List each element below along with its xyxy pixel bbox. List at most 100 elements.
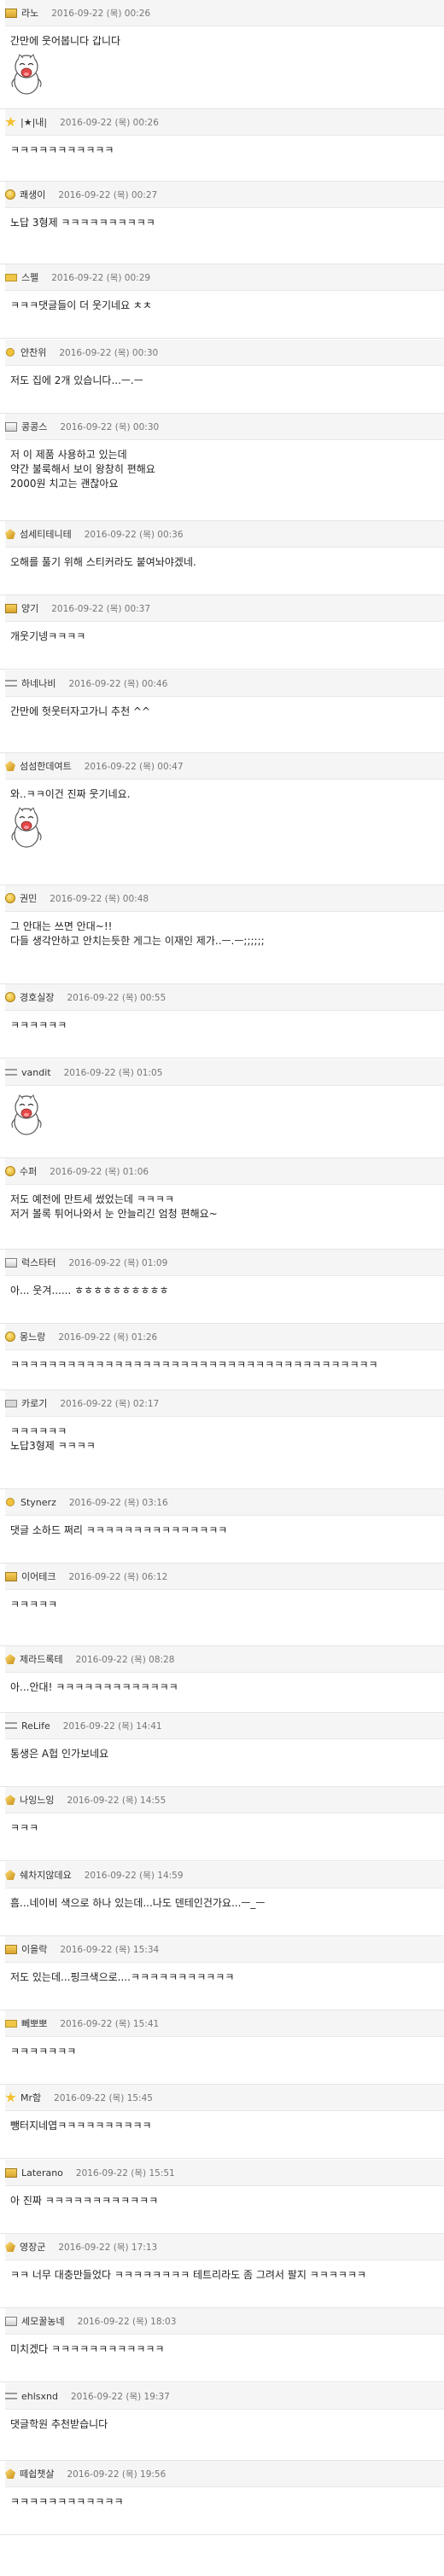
comment-text: ㅋㅋㅋㅋㅋㅋㅋㅋㅋㅋㅋㅋ [10, 2496, 124, 2508]
comment-author[interactable]: 제라드록테 [20, 1652, 63, 1666]
comment-author[interactable]: |★|내| [20, 115, 47, 129]
comment-item: 떼쉽챗살 2016-09-22 (목) 19:56 ㅋㅋㅋㅋㅋㅋㅋㅋㅋㅋㅋㅋ [0, 2461, 444, 2535]
comment-date: 2016-09-22 (목) 18:03 [77, 2316, 177, 2327]
line-icon [5, 2393, 17, 2399]
line-icon [5, 1069, 17, 1076]
coin-icon [5, 1166, 15, 1176]
comment-author[interactable]: 수퍼 [20, 1164, 37, 1178]
comment-header: 쉐차지않데요 2016-09-22 (목) 14:59 [5, 1862, 444, 1888]
comment-item: 수퍼 2016-09-22 (목) 01:06 저도 예전에 만트세 썼었는데 ㅋㅋ… [0, 1158, 444, 1250]
comment-date: 2016-09-22 (목) 17:13 [58, 2242, 158, 2253]
comment-text: ㅋㅋㅋㅋㅋ [10, 1598, 58, 1610]
comment-author[interactable]: 하네나비 [21, 676, 56, 690]
comment-date: 2016-09-22 (목) 00:27 [58, 189, 158, 200]
comment-author[interactable]: 쾌생이 [20, 188, 45, 201]
comment-header: 콩콩스 2016-09-22 (목) 00:30 [5, 414, 444, 440]
comment-header: 수퍼 2016-09-22 (목) 01:06 [5, 1158, 444, 1185]
comment-author[interactable]: 섬섬한데여트 [20, 759, 72, 773]
comment-item: ReLife 2016-09-22 (목) 14:41 통생은 A헙 인가보네요 [0, 1713, 444, 1787]
comment-author[interactable]: 양기 [21, 601, 38, 615]
comment-header: 하네나비 2016-09-22 (목) 00:46 [5, 670, 444, 697]
comment-author[interactable]: 경호실장 [20, 990, 54, 1004]
comment-item: Mr함 2016-09-22 (목) 15:45 뺑터지네엽ㅋㅋㅋㅋㅋㅋㅋㅋㅋㅋ [0, 2085, 444, 2159]
comment-header: ehlsxnd 2016-09-22 (목) 19:37 [5, 2383, 444, 2410]
comment-item: 쾌생이 2016-09-22 (목) 00:27 노답 3형제 ㅋㅋㅋㅋㅋㅋㅋㅋㅋㅋ [0, 182, 444, 264]
comment-header: Mr함 2016-09-22 (목) 15:45 [5, 2085, 444, 2111]
star-icon [5, 2092, 16, 2103]
comment-author[interactable]: 뻬뽀뽀 [21, 2016, 47, 2030]
comment-header: |★|내| 2016-09-22 (목) 00:26 [5, 109, 444, 136]
comment-author[interactable]: 몽느랑 [20, 1330, 45, 1343]
comment-text: 아...안대! ㅋㅋㅋㅋㅋㅋㅋㅋㅋㅋㅋㅋㅋ [10, 1681, 178, 1693]
comment-author[interactable]: 이을락 [21, 1942, 47, 1956]
comment-text: 와..ㅋㅋ이건 진짜 웃기네요. [10, 788, 131, 800]
coin-icon [5, 189, 15, 200]
comment-author[interactable]: 라노 [21, 6, 38, 20]
coin-icon [5, 1332, 15, 1342]
comment-author[interactable]: 떼쉽챗살 [20, 2467, 54, 2480]
comment-item: Laterano 2016-09-22 (목) 15:51 아 진짜 ㅋㅋㅋㅋㅋㅋㅋ… [0, 2160, 444, 2234]
comment-header: 경호실장 2016-09-22 (목) 00:55 [5, 984, 444, 1011]
comment-item: 제라드록테 2016-09-22 (목) 08:28 아...안대! ㅋㅋㅋㅋㅋㅋㅋ… [0, 1646, 444, 1713]
comment-header: 얀찬위 2016-09-22 (목) 00:30 [5, 339, 444, 366]
comment-author[interactable]: 영장군 [20, 2240, 45, 2254]
comment-date: 2016-09-22 (목) 15:34 [60, 1944, 160, 1955]
comment-item: 경호실장 2016-09-22 (목) 00:55 ㅋㅋㅋㅋㅋㅋ [0, 984, 444, 1059]
bar-icon [5, 2019, 17, 2028]
comment-author[interactable]: 카로기 [21, 1396, 47, 1410]
comment-author[interactable]: 콩콩스 [21, 420, 47, 433]
comment-header: 제라드록테 2016-09-22 (목) 08:28 [5, 1646, 444, 1673]
box-icon [5, 421, 17, 432]
comment-item: 럭스타터 2016-09-22 (목) 01:09 아... 웃겨...... ㅎㅎ… [0, 1250, 444, 1324]
comment-text: 통생은 A헙 인가보네요 [10, 1748, 109, 1760]
comment-item: 이어테크 2016-09-22 (목) 06:12 ㅋㅋㅋㅋㅋ [0, 1564, 444, 1646]
comment-author[interactable]: 이어테크 [21, 1569, 56, 1583]
comment-item: 이을락 2016-09-22 (목) 15:34 저도 있는데...핑크색으로...… [0, 1936, 444, 2010]
comment-date: 2016-09-22 (목) 15:41 [60, 2018, 160, 2029]
comment-text: 저도 집에 2개 있습니다...ㅡ.ㅡ [10, 374, 143, 386]
comment-item: 세모꿀농네 2016-09-22 (목) 18:03 미치겠다 ㅋㅋㅋㅋㅋㅋㅋㅋㅋㅋ… [0, 2308, 444, 2382]
comment-item: |★|내| 2016-09-22 (목) 00:26 ㅋㅋㅋㅋㅋㅋㅋㅋㅋㅋㅋ [0, 109, 444, 182]
comment-header: 몽느랑 2016-09-22 (목) 01:26 [5, 1324, 444, 1350]
dot-icon [6, 348, 15, 357]
comment-author[interactable]: 섬세티테니테 [20, 527, 72, 541]
comment-text: 뺑터지네엽ㅋㅋㅋㅋㅋㅋㅋㅋㅋㅋ [10, 2120, 152, 2132]
comment-item: 섬세티테니테 2016-09-22 (목) 00:36 오해를 풀기 위해 스티커라… [0, 521, 444, 595]
comment-author[interactable]: 얀찬위 [20, 345, 46, 359]
comment-header: 양기 2016-09-22 (목) 00:37 [5, 595, 444, 622]
box-icon [5, 1257, 17, 1268]
comment-author[interactable]: 권민 [20, 891, 37, 905]
bar2-icon [5, 1399, 17, 1407]
comment-author[interactable]: 럭스타터 [21, 1256, 56, 1269]
comment-date: 2016-09-22 (목) 00:29 [51, 272, 151, 283]
comment-author[interactable]: vandit [21, 1067, 51, 1078]
comment-author[interactable]: 스펠 [21, 270, 38, 284]
comment-header: 카로기 2016-09-22 (목) 02:17 [5, 1390, 444, 1417]
comment-author[interactable]: ehlsxnd [21, 2391, 58, 2402]
comment-author[interactable]: 세모꿀농네 [21, 2314, 65, 2328]
comment-header: 나잉느잉 2016-09-22 (목) 14:55 [5, 1787, 444, 1813]
comment-text: ㅋㅋㅋ [10, 1822, 39, 1834]
comment-item: 양기 2016-09-22 (목) 00:37 개웃기넹ㅋㅋㅋㅋ [0, 595, 444, 670]
comment-date: 2016-09-22 (목) 14:55 [67, 1795, 166, 1806]
comment-text: 흠...네이비 색으로 하나 있는데...나도 덴테인건가요...ㅡ_ㅡ [10, 1897, 266, 1909]
comment-text: 노답 3형제 ㅋㅋㅋㅋㅋㅋㅋㅋㅋㅋ [10, 217, 155, 229]
comment-author[interactable]: 나잉느잉 [20, 1793, 54, 1807]
book-icon [5, 1944, 17, 1954]
comment-item: 뻬뽀뽀 2016-09-22 (목) 15:41 ㅋㅋㅋㅋㅋㅋㅋ [0, 2010, 444, 2085]
comment-date: 2016-09-22 (목) 19:37 [71, 2391, 170, 2402]
comment-author[interactable]: Mr함 [20, 2091, 41, 2104]
dot-icon [6, 1498, 15, 1506]
comment-author[interactable]: Laterano [21, 2167, 63, 2179]
comment-item: 스펠 2016-09-22 (목) 00:29 ㅋㅋㅋ댓글들이 더 웃기네요 ㅊㅊ [0, 264, 444, 339]
comment-author[interactable]: 쉐차지않데요 [20, 1868, 72, 1882]
comment-author[interactable]: ReLife [21, 1720, 50, 1732]
comment-text: ㅋㅋ 너무 대충만들었다 ㅋㅋㅋㅋㅋㅋㅋㅋ 테트리라도 좀 그려서 팔지 ㅋㅋㅋ… [10, 2269, 366, 2281]
comment-date: 2016-09-22 (목) 00:48 [50, 893, 149, 904]
comment-header: Laterano 2016-09-22 (목) 15:51 [5, 2160, 444, 2186]
comment-text: 아... 웃겨...... ㅎㅎㅎㅎㅎㅎㅎㅎㅎㅎ [10, 1285, 169, 1297]
comment-date: 2016-09-22 (목) 00:47 [84, 761, 184, 772]
comment-item: 영장군 2016-09-22 (목) 17:13 ㅋㅋ 너무 대충만들었다 ㅋㅋㅋㅋ… [0, 2234, 444, 2308]
coin-icon [5, 893, 15, 903]
comment-author[interactable]: Stynerz [20, 1497, 56, 1508]
